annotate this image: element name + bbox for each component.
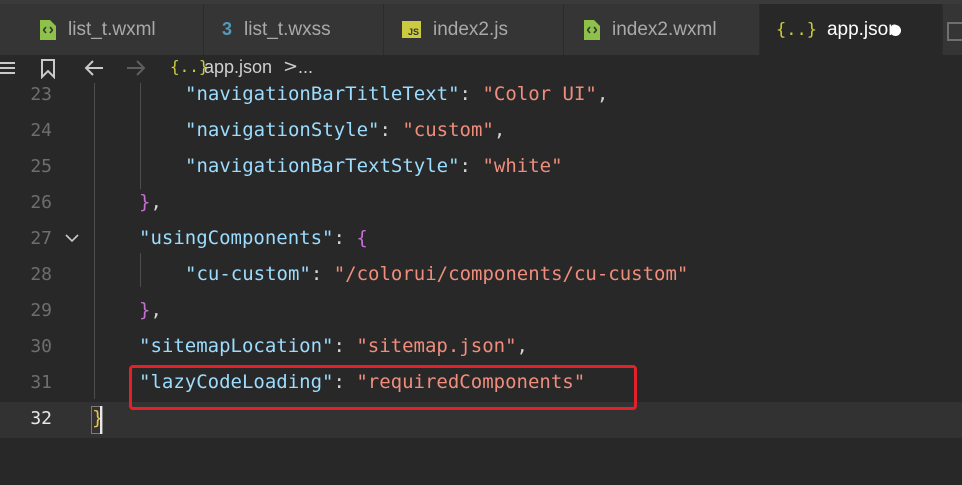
tab-index2-wxml[interactable]: index2.wxml [564, 4, 760, 55]
json-key: "cu-custom" [185, 263, 311, 285]
json-key: "usingComponents" [139, 227, 334, 249]
json-colon: : [459, 83, 483, 105]
line-number: 29 [30, 300, 52, 321]
tab-label: list_t.wxss [244, 18, 331, 40]
tab-label: index2.wxml [612, 18, 717, 40]
json-string-value: "white" [482, 155, 563, 177]
js-file-icon: JS [402, 21, 421, 38]
fold-chevron-down-icon[interactable] [64, 230, 80, 249]
json-string-value: "custom" [402, 119, 494, 141]
line-number: 24 [30, 120, 52, 141]
tab-app-json[interactable]: {..} app.json [760, 4, 942, 55]
json-colon: : [333, 335, 357, 357]
json-file-icon: {..} [170, 57, 209, 76]
json-string-value: "Color UI" [482, 83, 597, 105]
line-number: 30 [30, 336, 52, 357]
wxml-file-icon [40, 19, 56, 40]
code-line[interactable]: 24 "navigationStyle": "custom", [0, 114, 962, 150]
json-open-brace: { [356, 227, 368, 249]
json-key: "sitemapLocation" [139, 335, 334, 357]
breadcrumb-separator: > [283, 56, 299, 77]
json-file-icon: {..} [776, 19, 817, 40]
code-line[interactable]: 29 }, [0, 294, 962, 330]
json-key: "navigationStyle" [185, 119, 380, 141]
forward-arrow-icon[interactable] [126, 59, 146, 77]
code-line[interactable]: 25 "navigationBarTextStyle": "white" [0, 150, 962, 186]
code-line[interactable]: 27 "usingComponents": { [0, 222, 962, 258]
json-string-value: "sitemap.json" [356, 335, 517, 357]
tab-list-t-wxss[interactable]: 3 list_t.wxss [204, 4, 384, 55]
json-close-brace: } [139, 191, 151, 213]
code-line[interactable]: 23 "navigationBarTitleText": "Color UI", [0, 78, 962, 114]
json-comma: , [493, 119, 506, 141]
code-line[interactable]: 28 "cu-custom": "/colorui/components/cu-… [0, 258, 962, 294]
menu-icon[interactable] [0, 59, 16, 77]
json-colon: : [310, 263, 334, 285]
line-number: 26 [30, 192, 52, 213]
bookmark-icon[interactable] [40, 59, 56, 79]
json-comma: , [150, 299, 162, 321]
json-colon: : [379, 119, 403, 141]
tab-label: list_t.wxml [68, 18, 156, 40]
json-colon: : [459, 155, 483, 177]
line-number: 31 [30, 372, 52, 393]
unsaved-changes-dot-icon[interactable] [890, 25, 901, 36]
json-key: "navigationBarTextStyle" [185, 155, 460, 177]
text-cursor [100, 406, 102, 434]
tab-list-t-wxml[interactable]: list_t.wxml [0, 4, 204, 55]
line-number: 25 [30, 156, 52, 177]
css-file-icon: 3 [222, 19, 233, 39]
line-number: 27 [30, 228, 52, 249]
code-editor[interactable]: 23 "navigationBarTitleText": "Color UI",… [0, 83, 962, 485]
tab-label: index2.js [433, 18, 508, 40]
json-colon: : [333, 227, 357, 249]
json-string-value: "/colorui/components/cu-custom" [333, 263, 689, 285]
line-number: 28 [30, 264, 52, 285]
back-arrow-icon[interactable] [84, 59, 104, 77]
json-comma: , [150, 191, 162, 213]
tab-overflow[interactable] [942, 4, 962, 55]
json-comma: , [596, 83, 609, 105]
tab-label: app.json [826, 18, 899, 40]
breadcrumb-file[interactable]: app.json [204, 57, 272, 78]
tab-index2-js[interactable]: JS index2.js [384, 4, 564, 55]
json-comma: , [516, 335, 528, 357]
json-close-brace: } [139, 299, 151, 321]
line-number: 23 [30, 84, 52, 105]
breadcrumb-more[interactable]: ... [298, 57, 313, 78]
code-line[interactable]: 26 }, [0, 186, 962, 222]
line-number: 32 [30, 408, 52, 429]
annotation-highlight-box [129, 365, 637, 410]
json-key: "navigationBarTitleText" [185, 83, 460, 105]
editor-tab-bar: list_t.wxml 3 list_t.wxss JS index2.js i… [0, 0, 962, 55]
code-line[interactable]: 30 "sitemapLocation": "sitemap.json", [0, 330, 962, 366]
wxml-file-icon [584, 19, 600, 40]
